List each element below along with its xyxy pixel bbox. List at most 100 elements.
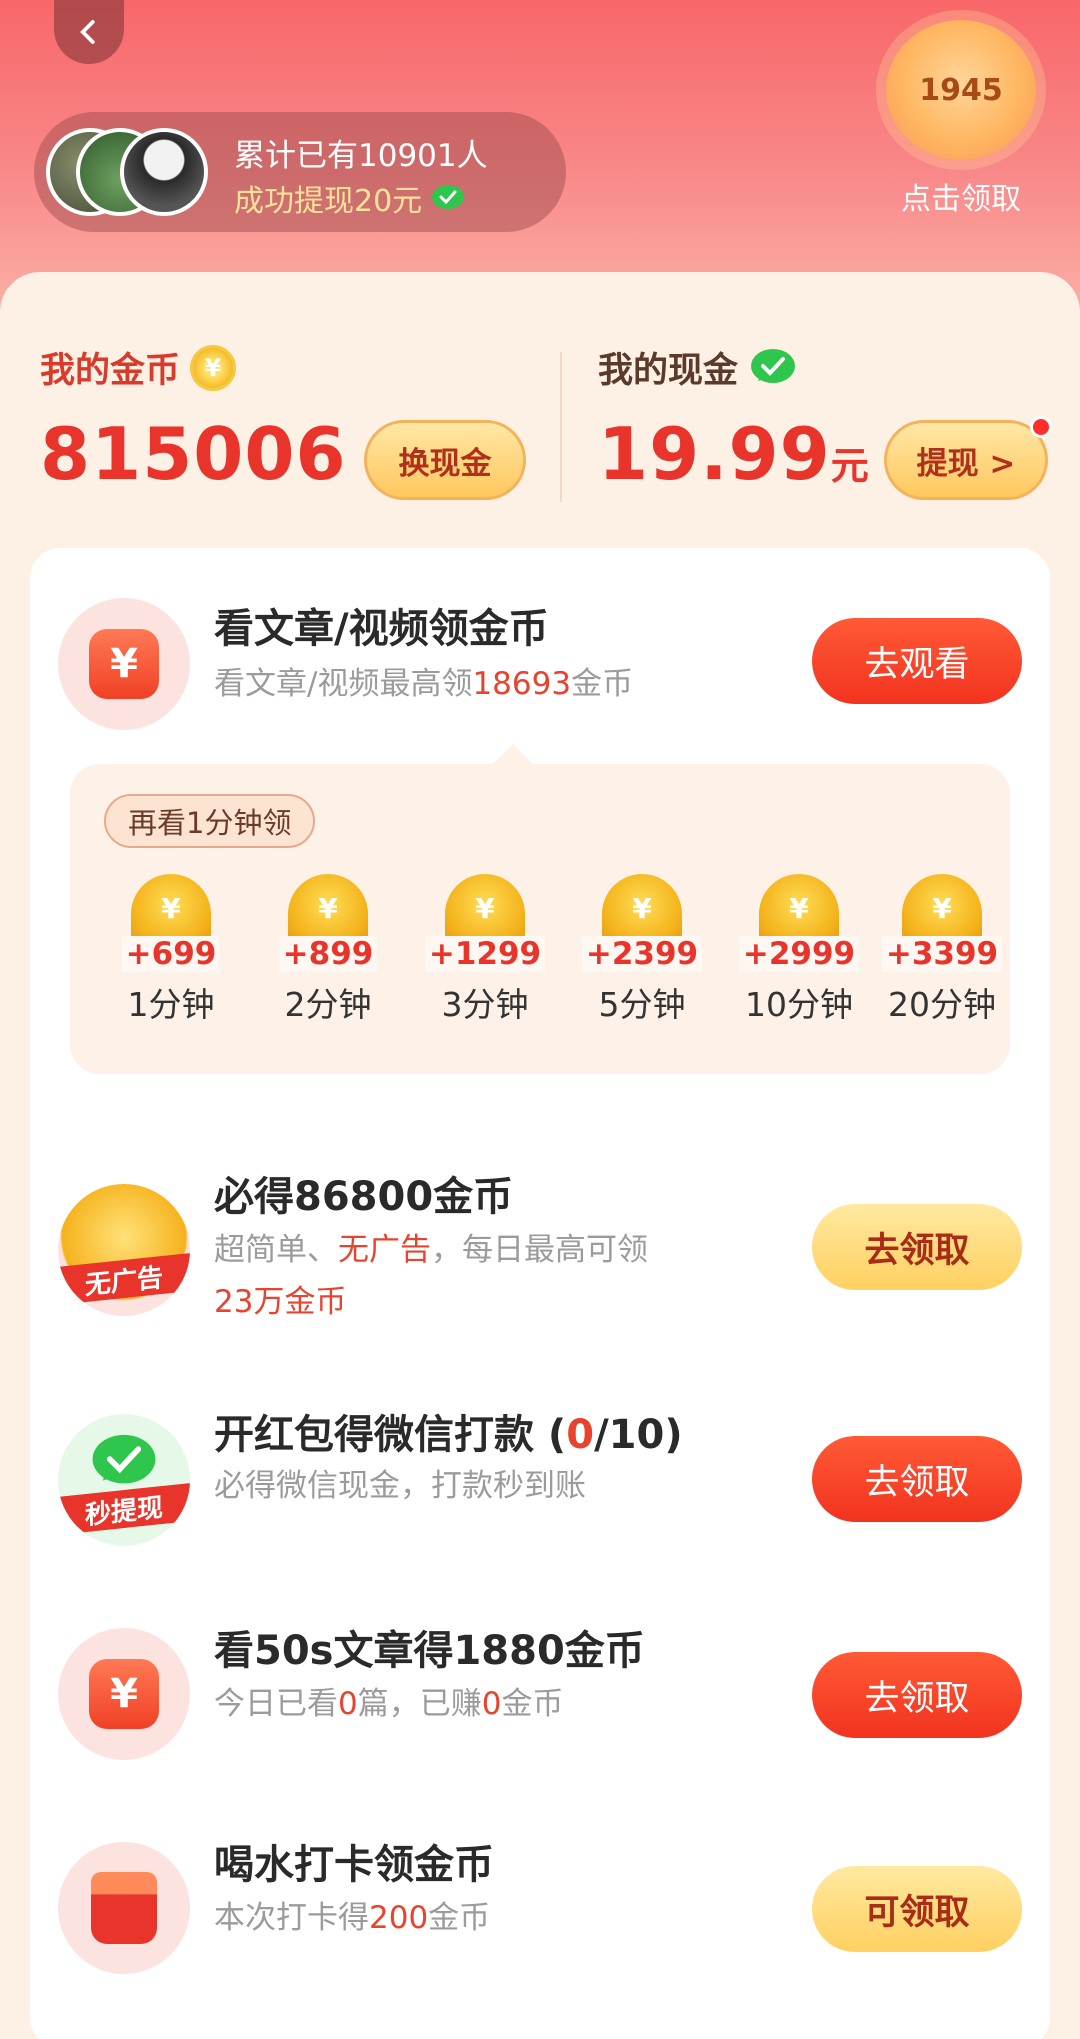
task-list-card: ¥ 看文章/视频领金币 看文章/视频最高领18693金币 去观看 再看1分钟领 … bbox=[30, 548, 1050, 2039]
coin-icon: ¥ bbox=[288, 874, 368, 942]
task-sub-highlight: 无广告 bbox=[338, 1232, 431, 1268]
task-read-article: ¥ 看50s文章得1880金币 今日已看0篇，已赚0金币 去领取 bbox=[30, 1618, 1050, 1798]
milestone-item: ¥ +1299 3分钟 bbox=[420, 874, 550, 1026]
milestone-time: 2分钟 bbox=[284, 985, 372, 1024]
milestone-item: ¥ +2399 5分钟 bbox=[577, 874, 707, 1026]
task-sub-text: 今日已看 bbox=[214, 1686, 338, 1722]
task-icon: ¥ bbox=[58, 1628, 190, 1760]
task-title-text: 开红包得微信打款 ( bbox=[214, 1412, 567, 1458]
task-sub-text: 金币 bbox=[501, 1686, 564, 1722]
wechat-icon bbox=[751, 348, 796, 383]
milestone-bonus: +2999 bbox=[738, 936, 860, 972]
watch-time-milestones: 再看1分钟领 ¥ +699 1分钟 ¥ +899 2分钟 ¥ +1299 3分钟… bbox=[70, 764, 1010, 1074]
task-sub-highlight: 0 bbox=[338, 1686, 358, 1722]
task-watch-video: ¥ 看文章/视频领金币 看文章/视频最高领18693金币 去观看 再看1分钟领 … bbox=[30, 548, 1050, 1108]
task-subtitle: 看文章/视频最高领18693金币 bbox=[214, 658, 633, 710]
task-red-packet: 秒提现 开红包得微信打款 (0/10) 必得微信现金，打款秒到账 去领取 bbox=[30, 1398, 1050, 1578]
task-sub-highlight: 0 bbox=[481, 1686, 502, 1722]
milestone-item: ¥ +3399 20分钟 bbox=[874, 874, 1010, 1026]
claim-button[interactable]: 可领取 bbox=[812, 1866, 1022, 1952]
task-sub-highlight: 200 bbox=[369, 1900, 429, 1936]
withdraw-ticker: 累计已有10901人 成功提现20元 bbox=[34, 112, 566, 232]
cash-balance-value: 19.99 bbox=[598, 412, 831, 496]
reward-bubble-button[interactable]: 1945 bbox=[886, 20, 1036, 160]
milestone-item: ¥ +2999 10分钟 bbox=[734, 874, 864, 1026]
milestone-bonus: +2399 bbox=[581, 936, 703, 972]
my-coins-label: 我的金币 ¥ bbox=[40, 342, 237, 393]
exchange-cash-button[interactable]: 换现金 bbox=[364, 420, 526, 500]
milestone-item: ¥ +699 1分钟 bbox=[106, 874, 236, 1026]
task-subtitle: 超简单、无广告，每日最高可领 bbox=[214, 1224, 648, 1276]
no-ad-badge: 无广告 bbox=[58, 1253, 190, 1305]
milestone-bonus: +1299 bbox=[424, 936, 546, 972]
red-packet-badge-icon: 秒提现 bbox=[58, 1414, 190, 1546]
wechat-icon bbox=[432, 185, 465, 209]
task-sub-text: 篇，已赚 bbox=[357, 1686, 482, 1722]
claim-button[interactable]: 去领取 bbox=[812, 1436, 1022, 1522]
no-ad-badge-icon: 无广告 bbox=[58, 1184, 190, 1316]
coin-icon: ¥ bbox=[902, 874, 982, 942]
task-sub-text: 本次打卡得 bbox=[214, 1900, 369, 1936]
task-subtitle: 今日已看0篇，已赚0金币 bbox=[214, 1678, 563, 1730]
ticker-count-text: 累计已有10901人 bbox=[234, 138, 488, 174]
milestone-item: ¥ +899 2分钟 bbox=[263, 874, 393, 1026]
milestone-time: 3分钟 bbox=[441, 985, 529, 1024]
task-sub-text: 超简单、 bbox=[214, 1232, 338, 1268]
my-cash-label: 我的现金 bbox=[598, 342, 798, 393]
yen-icon: ¥ bbox=[89, 629, 159, 699]
task-sub-text: 金币 bbox=[428, 1900, 491, 1936]
milestone-time: 1分钟 bbox=[127, 985, 215, 1024]
watch-button[interactable]: 去观看 bbox=[812, 618, 1022, 704]
wallet-panel: 我的金币 ¥ 815006 换现金 我的现金 19.99元 提现 > bbox=[0, 272, 1080, 552]
notification-dot bbox=[1030, 416, 1052, 438]
task-title: 看文章/视频领金币 bbox=[214, 606, 549, 652]
task-sub-highlight: 18693 bbox=[472, 666, 572, 702]
chevron-left-icon bbox=[80, 20, 95, 44]
task-drink-water: 喝水打卡领金币 本次打卡得200金币 可领取 bbox=[30, 1832, 1050, 2012]
milestone-bonus: +3399 bbox=[881, 936, 1003, 972]
coin-icon: ¥ bbox=[445, 874, 525, 942]
reward-claim-label[interactable]: 点击领取 bbox=[896, 174, 1026, 218]
task-subtitle: 本次打卡得200金币 bbox=[214, 1892, 490, 1944]
coin-icon: ¥ bbox=[759, 874, 839, 942]
task-sub-text: ，每日最高可领 bbox=[431, 1232, 648, 1268]
withdraw-button[interactable]: 提现 > bbox=[884, 420, 1048, 500]
task-title: 看50s文章得1880金币 bbox=[214, 1628, 645, 1674]
milestone-bonus: +899 bbox=[278, 936, 378, 972]
ticker-withdraw-text: 成功提现20元 bbox=[234, 176, 466, 220]
coin-icon: ¥ bbox=[602, 874, 682, 942]
claim-button[interactable]: 去领取 bbox=[812, 1652, 1022, 1738]
milestone-time: 5分钟 bbox=[598, 985, 686, 1024]
task-no-ad-coins: 无广告 必得86800金币 超简单、无广告，每日最高可领 23万金币 去领取 bbox=[30, 1148, 1050, 1348]
task-title-highlight: 0 bbox=[566, 1412, 595, 1458]
coin-balance: 815006 bbox=[40, 412, 347, 496]
next-reward-tip: 再看1分钟领 bbox=[104, 794, 316, 848]
my-cash-text: 我的现金 bbox=[598, 351, 739, 391]
ticker-withdraw-label: 成功提现20元 bbox=[234, 184, 423, 219]
yen-icon: ¥ bbox=[89, 1659, 159, 1729]
task-icon bbox=[58, 1842, 190, 1974]
task-subtitle: 必得微信现金，打款秒到账 bbox=[214, 1468, 586, 1504]
task-title: 喝水打卡领金币 bbox=[214, 1842, 494, 1888]
cash-balance: 19.99元 bbox=[598, 412, 870, 496]
task-title: 开红包得微信打款 (0/10) bbox=[214, 1402, 683, 1460]
task-sub-text: 金币 bbox=[571, 666, 634, 702]
task-sub-text: 看文章/视频最高领 bbox=[214, 666, 473, 702]
water-cup-icon bbox=[91, 1872, 157, 1944]
my-coins-text: 我的金币 bbox=[40, 351, 181, 391]
milestone-time: 10分钟 bbox=[745, 985, 853, 1024]
coin-icon: ¥ bbox=[131, 874, 211, 942]
instant-withdraw-badge: 秒提现 bbox=[58, 1483, 190, 1535]
claim-button[interactable]: 去领取 bbox=[812, 1204, 1022, 1290]
task-title: 必得86800金币 bbox=[214, 1174, 514, 1220]
cash-unit: 元 bbox=[830, 444, 870, 488]
task-subtitle-highlight: 23万金币 bbox=[214, 1284, 347, 1320]
wechat-icon bbox=[92, 1434, 156, 1484]
task-title-text: /10) bbox=[594, 1412, 683, 1458]
avatar bbox=[120, 128, 208, 216]
wallet-divider bbox=[560, 352, 562, 502]
milestone-time: 20分钟 bbox=[888, 985, 996, 1024]
coin-icon: ¥ bbox=[190, 344, 237, 391]
milestone-bonus: +699 bbox=[121, 936, 221, 972]
reward-coin-count: 1945 bbox=[919, 72, 1003, 108]
